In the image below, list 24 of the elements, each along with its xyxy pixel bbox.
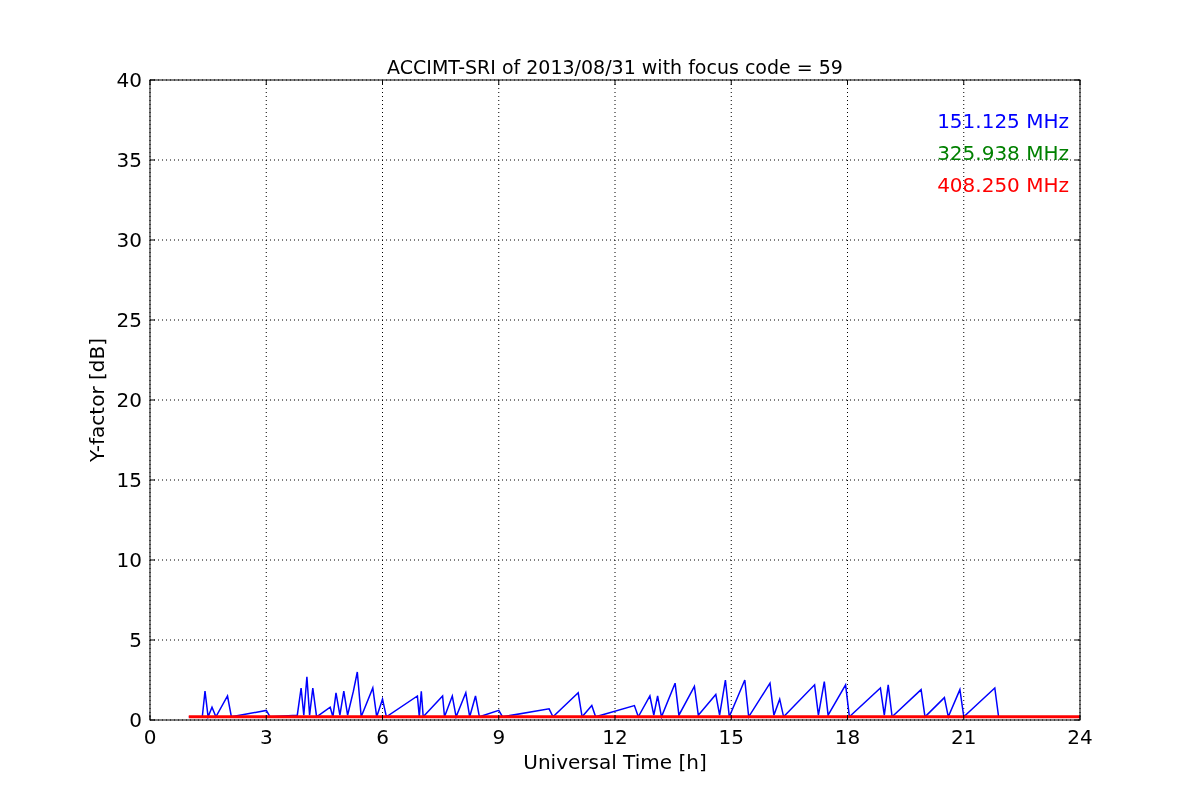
legend-label: 151.125 MHz (937, 109, 1069, 133)
tick-label: 21 (951, 725, 977, 749)
tick-label: 9 (492, 725, 506, 749)
tick-label: 15 (718, 725, 744, 749)
tick-label: 10 (116, 548, 142, 572)
y-axis-label: Y-factor [dB] (85, 338, 109, 462)
tick-label: 5 (129, 628, 142, 652)
tick-label: 20 (116, 388, 142, 412)
x-axis-label: Universal Time [h] (523, 750, 707, 774)
chart-title: ACCIMT-SRI of 2013/08/31 with focus code = 59 (387, 56, 843, 78)
tick-label: 18 (834, 725, 861, 749)
tick-label: 25 (116, 308, 142, 332)
legend-label: 325.938 MHz (937, 141, 1069, 165)
legend-label: 408.250 MHz (937, 173, 1069, 197)
tick-label: 40 (116, 68, 142, 92)
tick-label: 0 (129, 708, 142, 732)
tick-label: 6 (376, 725, 389, 749)
tick-label: 30 (116, 228, 142, 252)
tick-label: 24 (1067, 725, 1093, 749)
tick-label: 12 (602, 725, 628, 749)
tick-label: 0 (143, 725, 157, 749)
tick-label: 3 (259, 725, 273, 749)
tick-label: 15 (116, 468, 142, 492)
tick-label: 35 (116, 148, 142, 172)
